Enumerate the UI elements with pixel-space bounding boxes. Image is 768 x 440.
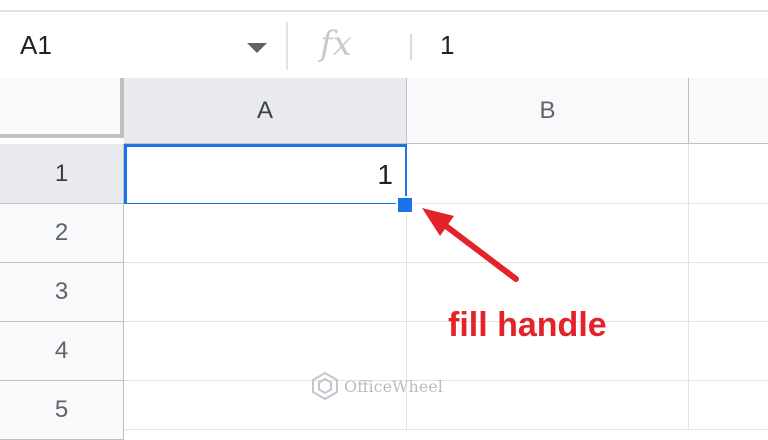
annotation-arrow-icon [422,208,519,282]
watermark: OfficeWheel [312,372,443,400]
watermark-text: OfficeWheel [344,376,443,396]
watermark-logo-icon [312,372,338,400]
annotation-label: fill handle [448,306,607,344]
